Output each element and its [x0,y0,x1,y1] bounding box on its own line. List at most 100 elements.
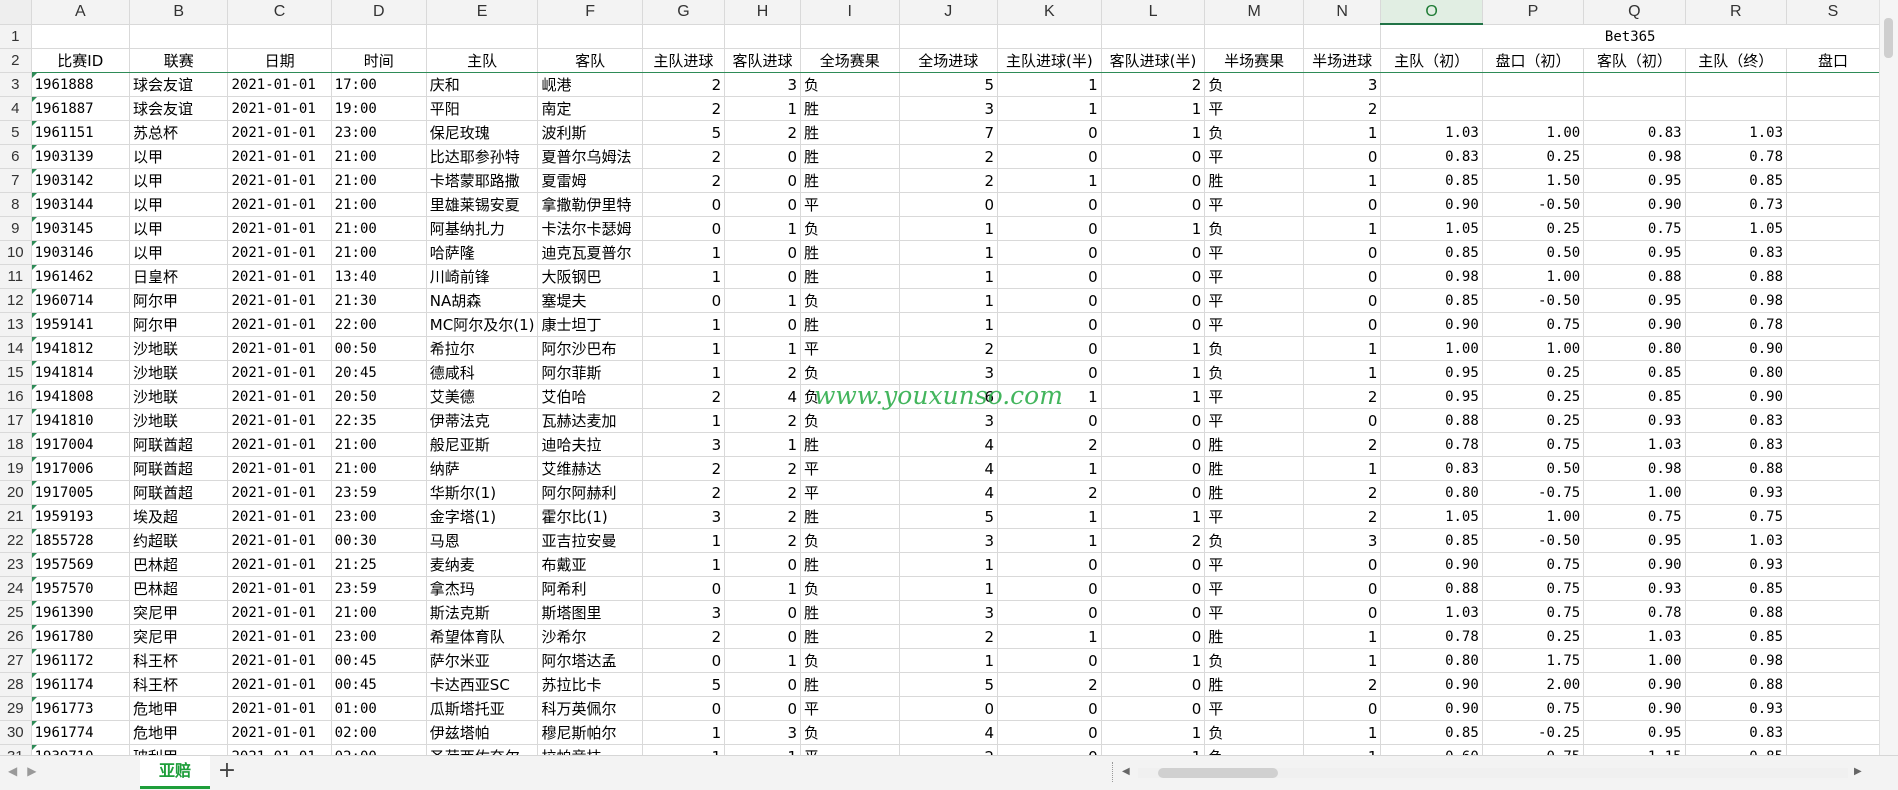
field-header-cell[interactable]: 日期 [227,48,332,73]
cell[interactable]: 0.83 [1685,240,1788,265]
cell[interactable]: 0 [997,648,1102,673]
column-header-o[interactable]: O [1380,0,1483,25]
cell[interactable]: 0.83 [1380,144,1483,169]
cell[interactable]: 2021-01-01 [227,672,332,697]
cell[interactable]: 0 [642,288,726,313]
cell[interactable]: 2021-01-01 [227,216,332,241]
cell[interactable]: 4 [899,720,999,745]
cell[interactable]: 日皇杯 [129,264,229,289]
cell[interactable]: 2021-01-01 [227,552,332,577]
cell[interactable]: 1903144 [31,192,130,217]
cell[interactable]: 0 [724,552,801,577]
cell[interactable] [129,24,229,49]
cell[interactable]: 以甲 [129,144,229,169]
cell[interactable]: 胜 [1204,168,1304,193]
cell[interactable] [1786,264,1880,289]
cell[interactable]: 0.95 [1380,360,1483,385]
cell[interactable]: 1 [997,96,1102,121]
cell[interactable] [1786,408,1880,433]
cell[interactable]: 0 [1303,240,1382,265]
cell[interactable]: 平 [1204,576,1304,601]
cell[interactable]: 突尼甲 [129,600,229,625]
cell[interactable]: 保尼玫瑰 [426,120,539,145]
cell[interactable]: 平 [800,696,900,721]
tab-split-handle[interactable] [1112,762,1117,782]
cell[interactable]: 2 [642,72,726,97]
cell[interactable]: 21:00 [331,456,427,481]
column-header-q[interactable]: Q [1583,0,1686,25]
cell[interactable]: 0.98 [1583,456,1686,481]
cell[interactable]: 2 [642,168,726,193]
cell[interactable]: 胜 [800,312,900,337]
row-header[interactable]: 25 [0,600,32,625]
cell[interactable]: 0 [724,312,801,337]
cell[interactable]: 2 [724,456,801,481]
cell[interactable]: 0 [899,696,999,721]
column-header-a[interactable]: A [31,0,130,25]
cell[interactable]: 00:45 [331,672,427,697]
cell[interactable]: 0.88 [1685,600,1788,625]
cell[interactable]: 0.78 [1583,600,1686,625]
cell[interactable]: 1917006 [31,456,130,481]
cell[interactable]: 0.88 [1583,264,1686,289]
cell[interactable]: 1957570 [31,576,130,601]
cell[interactable]: 0 [1101,456,1206,481]
cell[interactable]: 1 [724,336,801,361]
cell[interactable]: 2021-01-01 [227,408,332,433]
cell[interactable]: 3 [899,360,999,385]
cell[interactable]: 1 [997,384,1102,409]
cell[interactable]: 0 [1101,408,1206,433]
cell[interactable]: 0.95 [1380,384,1483,409]
cell[interactable]: 胜 [800,120,900,145]
cell[interactable]: 1903139 [31,144,130,169]
cell[interactable] [331,24,427,49]
cell[interactable]: 0 [1303,288,1382,313]
cell[interactable]: 康士坦丁 [537,312,643,337]
cell[interactable]: 卡达西亚SC [426,672,539,697]
cell[interactable]: 0 [724,240,801,265]
cell[interactable]: 塞堤夫 [537,288,643,313]
cell[interactable]: 1961888 [31,72,130,97]
cell[interactable]: 2 [724,408,801,433]
cell[interactable]: 阿联酋超 [129,480,229,505]
row-header[interactable]: 30 [0,720,32,745]
cell[interactable]: 巴林超 [129,552,229,577]
cell[interactable]: 0 [724,600,801,625]
cell[interactable]: 0.88 [1685,264,1788,289]
cell[interactable] [1786,432,1880,457]
column-header-j[interactable]: J [899,0,999,25]
cell[interactable] [1786,72,1880,97]
cell[interactable]: 平 [800,192,900,217]
cell[interactable]: 0 [724,624,801,649]
cell[interactable]: 平 [1204,264,1304,289]
cell[interactable]: 阿联酋超 [129,432,229,457]
cell[interactable]: 0.85 [1380,240,1483,265]
cell[interactable]: 2021-01-01 [227,600,332,625]
cell[interactable]: 0.95 [1583,288,1686,313]
cell[interactable]: 0 [1101,480,1206,505]
cell[interactable]: 卡法尔卡瑟姆 [537,216,643,241]
cell[interactable]: 1.03 [1380,120,1483,145]
cell[interactable]: 阿尔菲斯 [537,360,643,385]
cell[interactable]: 希拉尔 [426,336,539,361]
cell[interactable]: 0 [1101,288,1206,313]
cell[interactable]: 4 [899,432,999,457]
cell[interactable]: 胜 [1204,456,1304,481]
cell[interactable]: 胜 [800,552,900,577]
cell[interactable]: 0.75 [1482,552,1585,577]
row-header[interactable]: 4 [0,96,32,121]
cell[interactable]: 0 [1303,264,1382,289]
row-header[interactable]: 10 [0,240,32,265]
cell[interactable] [1786,648,1880,673]
cell[interactable]: 2 [724,480,801,505]
column-header-e[interactable]: E [426,0,539,25]
cell[interactable]: 1.75 [1482,648,1585,673]
cell[interactable]: 0.25 [1482,144,1585,169]
cell[interactable]: 21:00 [331,240,427,265]
cell[interactable]: 阿尔塔达孟 [537,648,643,673]
cell[interactable]: 0.75 [1685,504,1788,529]
cell[interactable]: 1961174 [31,672,130,697]
field-header-cell[interactable]: 客队进球(半) [1101,48,1206,73]
cell[interactable]: 1 [997,624,1102,649]
cell[interactable]: 1961780 [31,624,130,649]
